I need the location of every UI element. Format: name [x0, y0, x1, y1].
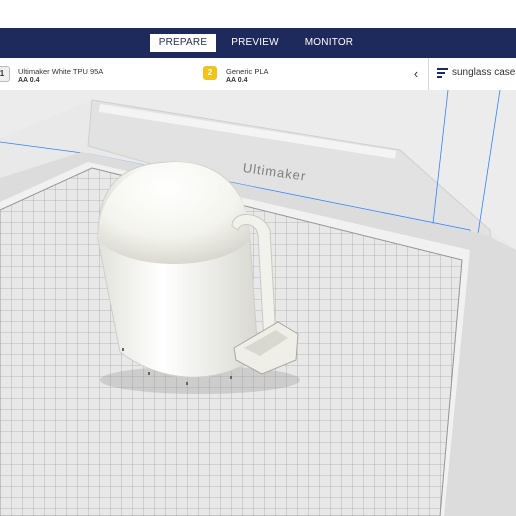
printer-toolbar: 1 Ultimaker White TPU 95A AA 0.4 2 Gener…: [0, 58, 516, 91]
tab-preview[interactable]: PREVIEW: [228, 34, 282, 52]
build-volume-scene: [0, 90, 516, 516]
extruder-1-material: Ultimaker White TPU 95A: [18, 67, 104, 76]
toolbar-divider: [428, 58, 429, 90]
extruder-2-badge: 2: [203, 66, 217, 80]
settings-list-icon: [437, 68, 448, 78]
extruder-1-badge: 1: [0, 66, 10, 82]
tab-monitor[interactable]: MONITOR: [300, 34, 358, 52]
extruder-1-core: AA 0.4: [18, 77, 40, 84]
chevron-left-icon[interactable]: ‹: [410, 66, 422, 82]
3d-viewport[interactable]: Ultimaker: [0, 90, 516, 516]
extruder-2-material: Generic PLA: [226, 67, 269, 76]
window-titlebar: [0, 0, 516, 28]
job-name: sunglass case -: [452, 67, 516, 78]
stage-navbar: PREPARE PREVIEW MONITOR: [0, 28, 516, 58]
tab-prepare[interactable]: PREPARE: [150, 34, 216, 52]
extruder-2-core: AA 0.4: [226, 77, 248, 84]
